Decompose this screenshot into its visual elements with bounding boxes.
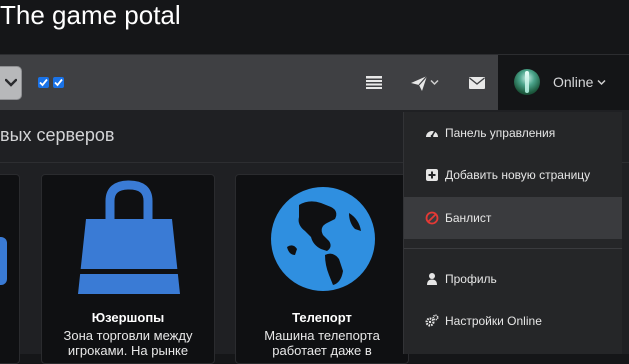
card-icon-fragment (0, 237, 7, 285)
menu-item-label: Банлист (445, 211, 492, 225)
paper-plane-icon (411, 75, 428, 91)
chevron-down-icon (597, 79, 606, 86)
menu-item-banlist[interactable]: Банлист (404, 197, 622, 239)
user-status-label: Online (553, 74, 594, 90)
list-icon[interactable] (365, 71, 383, 95)
messages-dropdown[interactable] (410, 71, 442, 95)
check-icon (39, 78, 48, 87)
ban-icon (425, 211, 439, 225)
server-card-teleport[interactable]: Телепорт Машина телепорта работает даже … (235, 174, 409, 364)
menu-item-label: Профиль (445, 272, 497, 286)
menu-item-settings[interactable]: Настройки Online (404, 300, 622, 342)
server-select[interactable] (0, 66, 22, 100)
menu-item-label: Добавить новую страницу (445, 168, 591, 182)
menu-item-label: Настройки Online (445, 314, 542, 328)
top-navbar: Online (0, 54, 629, 111)
envelope-icon[interactable] (468, 71, 486, 95)
user-menu-toggle[interactable]: Online (498, 55, 629, 111)
avatar (514, 69, 540, 95)
server-card-usershops[interactable]: Юзершопы Зона торговли между игроками. Н… (41, 174, 215, 364)
shopping-bag-icon (74, 180, 184, 294)
checkbox-1[interactable] (38, 77, 49, 88)
menu-item-label: Панель управления (445, 126, 556, 140)
card-title: Телепорт (292, 310, 352, 325)
checkbox-2[interactable] (53, 77, 64, 88)
chevron-down-icon (430, 79, 439, 86)
check-icon (54, 78, 63, 87)
site-title: The game potal (0, 0, 181, 30)
plus-square-icon (426, 169, 438, 181)
server-card-partial[interactable] (0, 174, 20, 364)
menu-divider (404, 248, 622, 249)
user-dropdown-menu: Панель управления Добавить новую страниц… (403, 112, 622, 354)
cogs-icon (425, 314, 439, 327)
user-icon (427, 273, 437, 285)
menu-item-add-page[interactable]: Добавить новую страницу (404, 154, 622, 196)
chevron-down-icon (5, 78, 17, 87)
menu-item-dashboard[interactable]: Панель управления (404, 112, 622, 154)
section-title: вых серверов (0, 125, 115, 145)
globe-americas-icon (271, 187, 375, 291)
card-title: Юзершопы (91, 310, 165, 325)
menu-item-profile[interactable]: Профиль (404, 258, 622, 300)
dashboard-icon (426, 130, 438, 138)
